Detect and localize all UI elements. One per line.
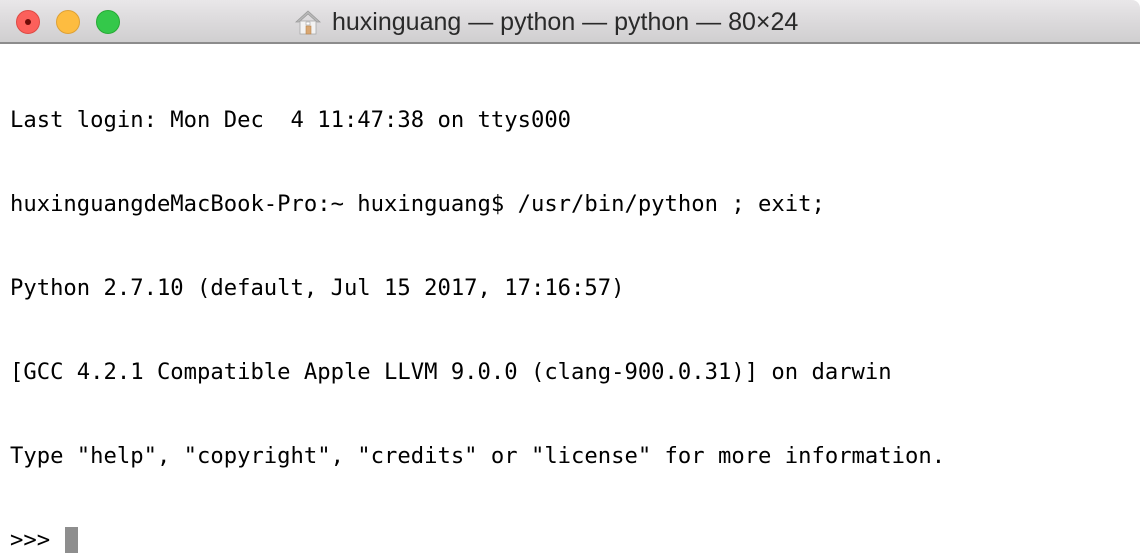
minimize-button[interactable]	[56, 10, 80, 34]
home-icon	[294, 10, 322, 35]
terminal-window: huxinguang — python — python — 80×24 Las…	[0, 0, 1140, 554]
window-title: huxinguang — python — python — 80×24	[332, 7, 799, 36]
zoom-button[interactable]	[96, 10, 120, 34]
close-button[interactable]	[16, 10, 40, 34]
text-cursor	[65, 527, 79, 553]
terminal-line-python-version: Python 2.7.10 (default, Jul 15 2017, 17:…	[10, 275, 625, 301]
terminal-output[interactable]: Last login: Mon Dec 4 11:47:38 on ttys00…	[10, 50, 1140, 554]
python-prompt: >>>	[10, 527, 64, 553]
terminal-line-compiler-info: [GCC 4.2.1 Compatible Apple LLVM 9.0.0 (…	[10, 359, 892, 385]
terminal-line-help-hint: Type "help", "copyright", "credits" or "…	[10, 443, 946, 469]
python-prompt-line[interactable]: >>>	[10, 526, 1140, 554]
title-bar[interactable]: huxinguang — python — python — 80×24	[0, 0, 1140, 44]
window-title-group: huxinguang — python — python — 80×24	[294, 0, 798, 44]
terminal-line-last-login: Last login: Mon Dec 4 11:47:38 on ttys00…	[10, 107, 572, 133]
terminal-line-shell-command: huxinguangdeMacBook-Pro:~ huxinguang$ /u…	[10, 191, 825, 217]
